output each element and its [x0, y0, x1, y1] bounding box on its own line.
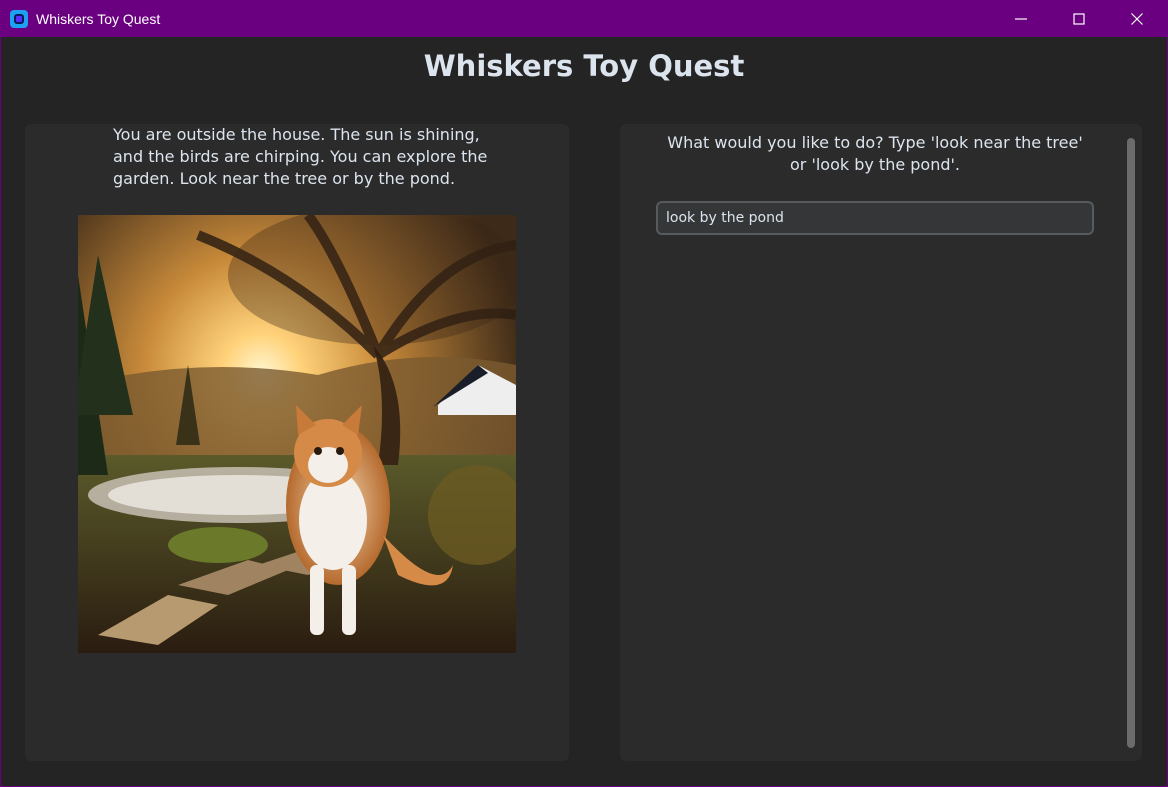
- command-input[interactable]: [656, 201, 1094, 235]
- story-panel: You are outside the house. The sun is sh…: [25, 124, 569, 761]
- scene-image: [78, 215, 516, 653]
- close-icon: [1131, 13, 1143, 25]
- game-heading: Whiskers Toy Quest: [423, 49, 745, 83]
- prompt-text: What would you like to do? Type 'look ne…: [667, 133, 1083, 174]
- close-button[interactable]: [1109, 1, 1167, 37]
- scrollbar[interactable]: [1126, 138, 1136, 748]
- window-controls: [993, 1, 1167, 37]
- story-text: You are outside the house. The sun is sh…: [113, 125, 488, 188]
- app-window: Whiskers Toy Quest Whiskers Toy Quest Yo…: [0, 0, 1168, 787]
- scroll-thumb[interactable]: [1127, 138, 1135, 748]
- maximize-icon: [1073, 13, 1085, 25]
- minimize-icon: [1015, 18, 1027, 20]
- action-panel: What would you like to do? Type 'look ne…: [620, 124, 1142, 761]
- window-title: Whiskers Toy Quest: [36, 11, 161, 27]
- title-bar[interactable]: Whiskers Toy Quest: [1, 1, 1167, 37]
- garden-cat-illustration: [78, 215, 516, 653]
- minimize-button[interactable]: [993, 1, 1051, 37]
- app-icon: [10, 10, 28, 28]
- maximize-button[interactable]: [1051, 1, 1109, 37]
